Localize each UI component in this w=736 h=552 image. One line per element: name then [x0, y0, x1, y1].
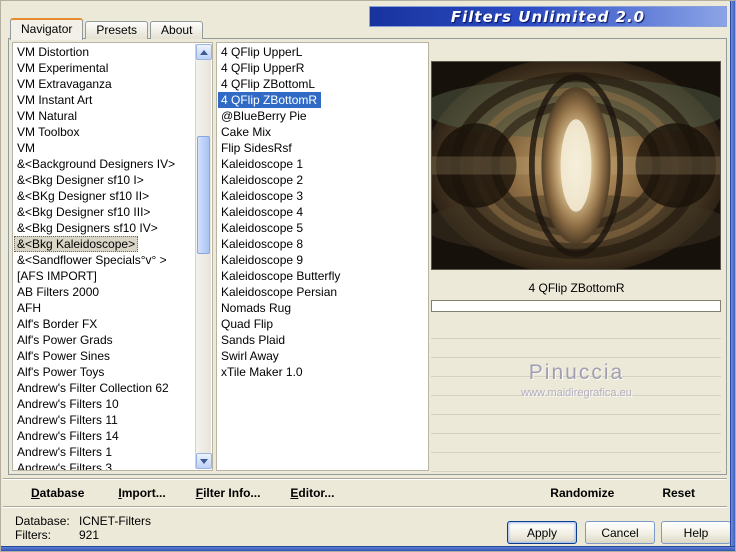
category-item[interactable]: &<BKg Designer sf10 II> — [14, 188, 195, 204]
category-item[interactable]: &<Bkg Designer sf10 III> — [14, 204, 195, 220]
category-item[interactable]: VM Instant Art — [14, 92, 195, 108]
parameter-rows — [431, 320, 721, 472]
category-item[interactable]: AFH — [14, 300, 195, 316]
database-label: Database: — [15, 514, 79, 528]
tab-presets[interactable]: Presets — [85, 21, 148, 39]
scroll-down-button[interactable] — [196, 453, 212, 469]
cancel-button[interactable]: Cancel — [585, 521, 655, 544]
selected-filter-name: 4 QFlip ZBottomR — [429, 280, 724, 296]
category-item[interactable]: Alf's Power Toys — [14, 364, 195, 380]
preview-image — [431, 61, 721, 270]
filters-count-value: 921 — [79, 528, 99, 542]
filter-item[interactable]: Kaleidoscope Persian — [218, 284, 427, 300]
filter-item[interactable]: Kaleidoscope 3 — [218, 188, 427, 204]
filters-unlimited-dialog: Filters Unlimited 2.0 Navigator Presets … — [0, 0, 736, 552]
tab-about[interactable]: About — [150, 21, 203, 39]
category-item[interactable]: &<Bkg Designer sf10 I> — [14, 172, 195, 188]
toolbar: Database Import... Filter Info... Editor… — [9, 481, 723, 505]
category-item[interactable]: VM — [14, 140, 195, 156]
filter-item[interactable]: @BlueBerry Pie — [218, 108, 427, 124]
category-item[interactable]: &<Sandflower Specials°v° > — [14, 252, 195, 268]
category-item[interactable]: Andrew's Filters 10 — [14, 396, 195, 412]
filter-item[interactable]: 4 QFlip UpperR — [218, 60, 427, 76]
category-item[interactable]: Alf's Power Grads — [14, 332, 195, 348]
randomize-button[interactable]: Randomize — [550, 486, 614, 500]
category-item[interactable]: Andrew's Filter Collection 62 — [14, 380, 195, 396]
filter-item[interactable]: Cake Mix — [218, 124, 427, 140]
category-item[interactable]: &<Bkg Designers sf10 IV> — [14, 220, 195, 236]
parameter-row — [431, 415, 721, 434]
category-item[interactable]: Andrew's Filters 14 — [14, 428, 195, 444]
parameter-row — [431, 320, 721, 339]
parameter-row — [431, 358, 721, 377]
parameter-row — [431, 377, 721, 396]
category-scrollbar[interactable] — [195, 44, 211, 469]
apply-button[interactable]: Apply — [507, 521, 577, 544]
filters-count-label: Filters: — [15, 528, 79, 542]
editor-button[interactable]: Editor... — [290, 486, 334, 500]
filter-list: 4 QFlip UpperL4 QFlip UpperR4 QFlip ZBot… — [216, 42, 429, 471]
status-info: Database:ICNET-Filters Filters:921 — [15, 514, 151, 542]
reset-button[interactable]: Reset — [662, 486, 695, 500]
window-border-right — [730, 1, 735, 551]
filter-info-button[interactable]: Filter Info... — [196, 486, 261, 500]
category-item[interactable]: Andrew's Filters 3 — [14, 460, 195, 471]
scroll-thumb[interactable] — [197, 136, 210, 254]
filter-item[interactable]: 4 QFlip UpperL — [218, 44, 427, 60]
preview-panel: 4 QFlip ZBottomR Pinuccia www.maidiregra… — [429, 41, 724, 472]
category-item[interactable]: Andrew's Filters 1 — [14, 444, 195, 460]
category-item[interactable]: Alf's Power Sines — [14, 348, 195, 364]
window-border-bottom — [1, 546, 735, 551]
category-item[interactable]: AB Filters 2000 — [14, 284, 195, 300]
filter-item[interactable]: 4 QFlip ZBottomR — [218, 92, 321, 108]
filter-item[interactable]: Kaleidoscope 8 — [218, 236, 427, 252]
tab-navigator[interactable]: Navigator — [10, 18, 83, 40]
filter-item[interactable]: xTile Maker 1.0 — [218, 364, 427, 380]
filter-item[interactable]: Kaleidoscope Butterfly — [218, 268, 427, 284]
category-item[interactable]: VM Toolbox — [14, 124, 195, 140]
category-item[interactable]: VM Experimental — [14, 60, 195, 76]
parameter-row — [431, 396, 721, 415]
help-button[interactable]: Help — [661, 521, 731, 544]
filter-item[interactable]: Kaleidoscope 9 — [218, 252, 427, 268]
parameter-row — [431, 453, 721, 472]
category-item[interactable]: VM Natural — [14, 108, 195, 124]
category-item[interactable]: VM Distortion — [14, 44, 195, 60]
category-item[interactable]: &<Bkg Kaleidoscope> — [14, 236, 138, 252]
window-title: Filters Unlimited 2.0 — [451, 8, 645, 26]
category-item[interactable]: Andrew's Filters 11 — [14, 412, 195, 428]
filter-item[interactable]: Kaleidoscope 1 — [218, 156, 427, 172]
filter-item[interactable]: Swirl Away — [218, 348, 427, 364]
filter-item[interactable]: Flip SidesRsf — [218, 140, 427, 156]
parameter-row — [431, 434, 721, 453]
filter-item[interactable]: 4 QFlip ZBottomL — [218, 76, 427, 92]
database-value: ICNET-Filters — [79, 514, 151, 528]
filter-item[interactable]: Kaleidoscope 4 — [218, 204, 427, 220]
database-button[interactable]: Database — [31, 486, 84, 500]
tab-strip: Navigator Presets About — [10, 17, 205, 39]
separator — [3, 478, 727, 480]
category-item[interactable]: &<Background Designers IV> — [14, 156, 195, 172]
filter-item[interactable]: Nomads Rug — [218, 300, 427, 316]
separator — [3, 506, 727, 508]
filter-item[interactable]: Sands Plaid — [218, 332, 427, 348]
scroll-up-button[interactable] — [196, 44, 212, 60]
preview-slider[interactable] — [431, 300, 721, 312]
import-button[interactable]: Import... — [118, 486, 165, 500]
down-arrow-icon — [200, 459, 208, 464]
title-banner: Filters Unlimited 2.0 — [369, 6, 727, 27]
up-arrow-icon — [200, 50, 208, 55]
category-item[interactable]: Alf's Border FX — [14, 316, 195, 332]
filter-item[interactable]: Quad Flip — [218, 316, 427, 332]
filter-item[interactable]: Kaleidoscope 5 — [218, 220, 427, 236]
category-item[interactable]: VM Extravaganza — [14, 76, 195, 92]
category-list: VM DistortionVM ExperimentalVM Extravaga… — [12, 42, 213, 471]
category-item[interactable]: [AFS IMPORT] — [14, 268, 195, 284]
navigator-tab-page: VM DistortionVM ExperimentalVM Extravaga… — [8, 38, 727, 475]
parameter-row — [431, 339, 721, 358]
filter-item[interactable]: Kaleidoscope 2 — [218, 172, 427, 188]
